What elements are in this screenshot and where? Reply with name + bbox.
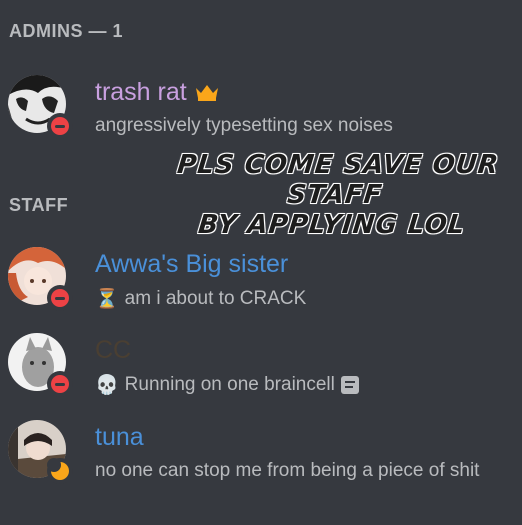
- admins-section-header: ADMINS — 1: [9, 21, 124, 41]
- member-item-tuna[interactable]: tuna no one can stop me from being a pie…: [8, 420, 518, 490]
- member-item-trash-rat[interactable]: trash rat angressively typesetting sex n…: [8, 75, 518, 145]
- custom-status: angressively typesetting sex noises: [95, 115, 393, 137]
- skull-icon: 💀: [95, 375, 119, 396]
- member-name[interactable]: Awwa's Big sister: [95, 250, 288, 279]
- crown-icon: [195, 79, 219, 108]
- idle-status-indicator: [47, 458, 73, 484]
- custom-status-text: no one can stop me from being a piece of…: [95, 460, 480, 481]
- custom-status-text: angressively typesetting sex noises: [95, 115, 393, 136]
- member-name[interactable]: tuna: [95, 423, 144, 452]
- custom-status-text: Running on one braincell: [124, 374, 335, 395]
- dnd-status-indicator: [47, 285, 73, 311]
- announcement-line-2: BY APPLYING LOL: [196, 210, 467, 240]
- staff-section-header: STAFF: [9, 195, 69, 215]
- member-name[interactable]: CC: [95, 336, 131, 365]
- announcement-overlay: PLS COME SAVE OUR STAFF BY APPLYING LOL: [145, 150, 522, 240]
- note-icon[interactable]: [340, 376, 359, 394]
- custom-status-text: am i about to CRACK: [124, 288, 307, 309]
- member-name[interactable]: trash rat: [95, 78, 219, 108]
- member-item-cc[interactable]: CC 💀 Running on one braincell: [8, 333, 518, 403]
- member-item-awwas-big-sister[interactable]: Awwa's Big sister ⏳ am i about to CRACK: [8, 247, 518, 317]
- hourglass-icon: ⏳: [95, 289, 119, 310]
- custom-status: 💀 Running on one braincell: [95, 373, 359, 397]
- custom-status: ⏳ am i about to CRACK: [95, 287, 306, 311]
- dnd-status-indicator: [47, 113, 73, 139]
- dnd-status-indicator: [47, 371, 73, 397]
- member-name-label: trash rat: [95, 78, 187, 106]
- announcement-line-1: PLS COME SAVE OUR STAFF: [175, 150, 501, 210]
- custom-status: no one can stop me from being a piece of…: [95, 460, 479, 482]
